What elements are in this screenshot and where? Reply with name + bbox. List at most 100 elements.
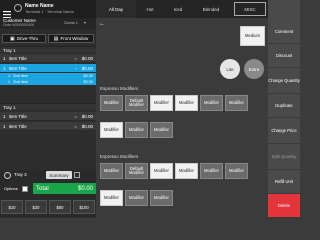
tray-header[interactable]: Tray 1 (0, 46, 96, 53)
modifier-button[interactable]: Modifier (150, 190, 173, 206)
default-modifier-button[interactable]: Default Modifier (125, 163, 148, 179)
modifier-button-selected[interactable]: Modifier (100, 122, 123, 138)
action-label: Discount (275, 53, 293, 58)
modifier-button[interactable]: Modifier (125, 190, 148, 206)
front-window-icon: ▤ (53, 35, 59, 42)
sub-item-price: $0.00 (83, 74, 93, 78)
drive-thru-icon: ▣ (10, 35, 15, 42)
modifier-label: Modifier (154, 194, 169, 200)
section-title: Espresso Modifiers (100, 154, 139, 159)
list-item[interactable]: 1 Item Title ○ $0.00 (0, 112, 96, 121)
modifier-button-selected[interactable]: Modifier (175, 163, 198, 179)
modifier-button[interactable]: Modifier (150, 122, 173, 138)
tab-blended[interactable]: Blended (192, 0, 230, 18)
modifier-button-selected[interactable]: Modifier (100, 190, 123, 206)
order-header: Name Name Terminal 1 · Terminal Name (0, 0, 96, 19)
tray-header[interactable]: Tray 1 (0, 103, 96, 110)
item-price: $0.00 (81, 123, 93, 129)
modifier-label: Modifier (229, 99, 244, 105)
sub-index: 1 (8, 80, 11, 84)
modifier-button-selected[interactable]: Modifier (175, 95, 198, 111)
extra-button[interactable]: Extra (244, 59, 264, 79)
sub-index: 1 (8, 74, 11, 78)
drive-thru-label: Drive-Thru (16, 36, 38, 41)
modifier-label: Default Modifier (129, 97, 144, 107)
modifier-button[interactable]: Modifier (100, 95, 123, 111)
action-label: Split Quantity (271, 154, 297, 159)
modifier-label: Modifier (204, 167, 219, 173)
modifier-button[interactable]: Modifier (225, 163, 248, 179)
split-quantity-button[interactable]: Split Quantity (268, 144, 300, 170)
quick-cash-label: $100 (79, 204, 89, 210)
front-window-button[interactable]: ▤ Front Window (48, 34, 94, 43)
modifier-label: Modifier (154, 99, 169, 105)
quick-cash-20-button[interactable]: $20 (25, 200, 47, 214)
change-quantity-button[interactable]: Change Quantity (268, 68, 300, 94)
tab-misc[interactable]: MISC (234, 2, 266, 16)
quick-cash-10-button[interactable]: $10 (1, 200, 23, 214)
item-title: Item Title (8, 113, 27, 119)
action-label: Change Price (271, 128, 297, 133)
tab-all-day[interactable]: All Day (96, 0, 136, 18)
back-arrow-icon[interactable]: ← (99, 21, 107, 27)
default-modifier-button[interactable]: Default Modifier (125, 95, 148, 111)
item-status-icon: ◔ (74, 65, 77, 71)
delete-button[interactable]: Delete (268, 194, 300, 218)
modifier-button-selected[interactable]: Modifier (150, 163, 173, 179)
change-price-button[interactable]: Change Price (268, 118, 300, 144)
list-item[interactable]: 1 Item Title ○ $0.00 (0, 54, 96, 63)
item-status-icon: ○ (74, 113, 77, 119)
sub-item-price: $0.00 (83, 80, 93, 84)
action-label: Delete (277, 203, 291, 208)
total-label: Total (36, 185, 49, 192)
tray-toggle-icon[interactable] (4, 172, 11, 179)
modifier-label: Modifier (154, 167, 169, 173)
options-checkbox[interactable] (22, 186, 28, 192)
action-label: Refill Unit (275, 179, 293, 184)
action-label: Change Quantity (268, 78, 300, 83)
summary-button[interactable]: Summary (46, 171, 72, 179)
modifier-area (96, 18, 268, 218)
list-item-selected[interactable]: 1 Item Title ◔ $0.00 (0, 64, 96, 73)
duplicate-button[interactable]: Duplicate (268, 94, 300, 118)
guest-count: Guest 1 (64, 20, 79, 25)
quick-cash-label: $50 (56, 204, 64, 210)
modifier-label: Modifier (104, 194, 119, 200)
item-index: 1 (3, 123, 6, 129)
tab-hot[interactable]: Hot (136, 0, 164, 18)
total-value: $0.00 (77, 185, 93, 192)
order-number: Order #00000000000 (3, 23, 35, 27)
modifier-button-selected[interactable]: Modifier (150, 95, 173, 111)
modifier-button[interactable]: Modifier (125, 122, 148, 138)
summary-toggle-icon[interactable] (74, 172, 80, 178)
item-price: $0.00 (81, 65, 93, 71)
menu-icon[interactable] (3, 5, 11, 19)
total-bar: Total $0.00 (33, 183, 96, 194)
quick-cash-50-button[interactable]: $50 (49, 200, 71, 214)
tab-iced[interactable]: Iced (164, 0, 192, 18)
discount-button[interactable]: Discount (268, 44, 300, 68)
size-label: Medium (245, 32, 260, 38)
modifier-button[interactable]: Modifier (100, 163, 123, 179)
modifier-button[interactable]: Modifier (200, 163, 223, 179)
item-title: Item Title (8, 123, 27, 129)
tab-label: Hot (146, 6, 154, 12)
modifier-label: Modifier (104, 99, 119, 105)
item-status-icon: ○ (74, 123, 77, 129)
lite-button[interactable]: Lite (220, 59, 240, 79)
modifier-button[interactable]: Modifier (225, 95, 248, 111)
comment-button[interactable]: Comment (268, 20, 300, 44)
customer-bar[interactable]: Customer Name Order #00000000000 Guest 1… (0, 18, 96, 29)
extra-label: Extra (248, 66, 260, 72)
tray3-label: Tray 3 (14, 172, 27, 177)
refill-unit-button[interactable]: Refill Unit (268, 170, 300, 194)
chevron-down-icon[interactable]: ▾ (84, 20, 86, 25)
sub-item[interactable]: 1 Sub item $0.00 (0, 79, 96, 85)
quick-cash-100-button[interactable]: $100 (73, 200, 95, 214)
drive-thru-button[interactable]: ▣ Drive-Thru (2, 34, 46, 43)
modifier-button[interactable]: Modifier (200, 95, 223, 111)
list-item[interactable]: 1 Item Title ○ $0.00 (0, 122, 96, 131)
section-title: Espresso Modifiers (100, 86, 139, 91)
tab-label: All Day (108, 6, 124, 12)
size-medium-button[interactable]: Medium (240, 26, 265, 46)
